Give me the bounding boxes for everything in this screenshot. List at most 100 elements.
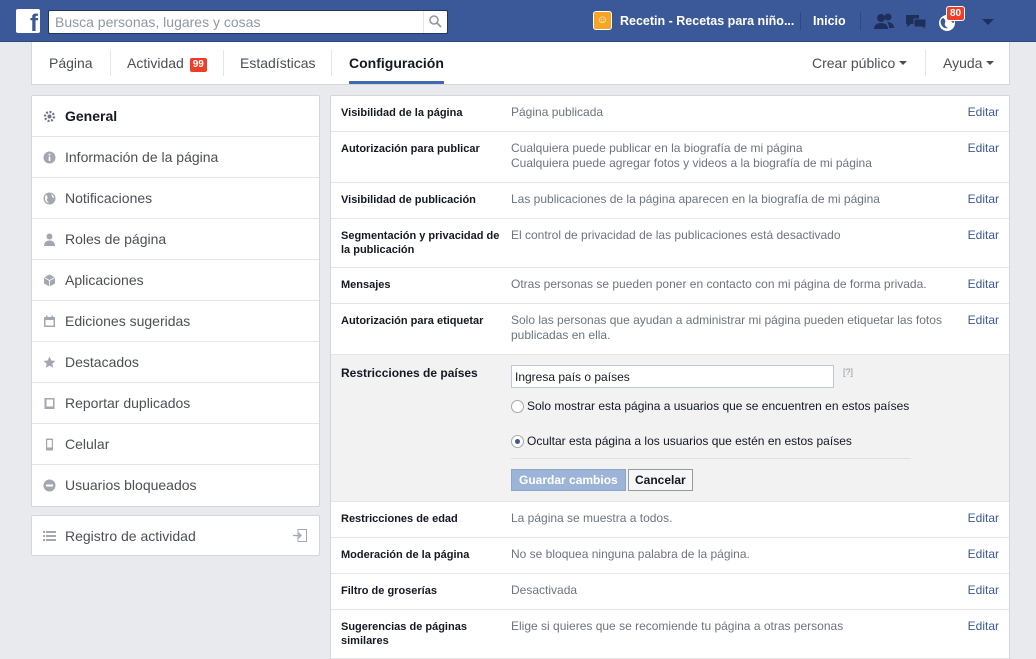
sidebar-item-label: Aplicaciones <box>65 272 144 288</box>
search-box[interactable] <box>48 10 448 34</box>
book-icon <box>44 398 55 409</box>
setting-name: Autorización para etiquetar <box>341 315 484 327</box>
sidebar-item-label: Ediciones sugeridas <box>65 313 191 329</box>
edit-link[interactable]: Editar <box>968 192 999 206</box>
edit-link[interactable]: Editar <box>968 619 999 633</box>
calendar-icon <box>44 315 55 327</box>
edit-link[interactable]: Editar <box>968 228 999 242</box>
info-icon <box>43 151 56 164</box>
setting-name: Restricciones de países <box>341 366 478 380</box>
setting-row-similar-page-suggestions: Sugerencias de páginas similares Elige s… <box>331 610 1009 659</box>
divider <box>511 458 911 459</box>
cube-icon <box>43 274 56 287</box>
edit-link[interactable]: Editar <box>968 141 999 155</box>
setting-name: Sugerencias de páginas similares <box>341 621 467 647</box>
setting-value: No se bloquea ninguna palabra de la pági… <box>511 547 750 561</box>
sidebar-item-general[interactable]: General <box>32 96 319 137</box>
edit-link[interactable]: Editar <box>968 313 999 327</box>
setting-name: Visibilidad de publicación <box>341 194 476 206</box>
setting-value: Otras personas se pueden poner en contac… <box>511 277 927 291</box>
sidebar-item-label: Celular <box>65 436 110 452</box>
search-input[interactable] <box>55 13 415 31</box>
setting-name: Autorización para publicar <box>341 143 480 155</box>
tab-page[interactable]: Página <box>49 42 93 84</box>
create-audience-button[interactable]: Crear público <box>812 42 908 84</box>
chevron-down-icon <box>899 61 908 65</box>
cancel-button[interactable]: Cancelar <box>628 469 693 491</box>
sidebar-item-label: General <box>65 108 118 124</box>
nav-divider <box>860 12 861 30</box>
search-button[interactable] <box>423 11 447 33</box>
tab-activity[interactable]: Actividad 99 <box>127 42 207 84</box>
setting-row-page-moderation: Moderación de la página No se bloquea ni… <box>331 538 1009 574</box>
edit-link[interactable]: Editar <box>968 583 999 597</box>
open-external-icon <box>293 529 307 542</box>
star-icon <box>43 356 56 368</box>
radio-label: Solo mostrar esta página a usuarios que … <box>527 399 910 413</box>
setting-row-tagging-permission: Autorización para etiquetar Solo las per… <box>331 304 1009 355</box>
sidebar-item-report-duplicates[interactable]: Reportar duplicados <box>32 383 319 424</box>
radio-button[interactable] <box>511 400 524 413</box>
sidebar-item-featured[interactable]: Destacados <box>32 342 319 383</box>
page-shortcut-link[interactable]: Recetin - Recetas para niño... <box>620 14 794 28</box>
messages-icon[interactable] <box>905 12 927 32</box>
sidebar-item-blocked-users[interactable]: Usuarios bloqueados <box>32 465 319 506</box>
notification-badge: 80 <box>946 6 966 21</box>
edit-link[interactable]: Editar <box>968 105 999 119</box>
home-link[interactable]: Inicio <box>813 14 846 28</box>
sidebar-item-label: Registro de actividad <box>65 528 196 544</box>
sidebar-item-apps[interactable]: Aplicaciones <box>32 260 319 301</box>
radio-button[interactable] <box>511 435 524 448</box>
save-changes-button[interactable]: Guardar cambios <box>511 469 626 491</box>
setting-value: Las publicaciones de la página aparecen … <box>511 192 880 206</box>
tab-divider <box>331 50 332 76</box>
sidebar-item-page-roles[interactable]: Roles de página <box>32 219 319 260</box>
list-icon <box>43 531 56 541</box>
help-button[interactable]: Ayuda <box>943 42 995 84</box>
nav-divider <box>800 12 801 30</box>
tab-settings[interactable]: Configuración <box>349 42 444 84</box>
gear-icon <box>43 110 56 123</box>
activity-badge: 99 <box>189 58 207 72</box>
radio-option-hide[interactable]: Ocultar esta página a los usuarios que e… <box>511 434 931 450</box>
setting-value: Solo las personas que ayudan a administr… <box>511 313 942 342</box>
setting-name: Restricciones de edad <box>341 513 458 525</box>
search-icon <box>429 15 442 28</box>
setting-row-posting-permission: Autorización para publicar Cualquiera pu… <box>331 132 1009 183</box>
sidebar-item-label: Destacados <box>65 354 139 370</box>
facebook-logo[interactable]: f <box>16 9 40 33</box>
edit-link[interactable]: Editar <box>968 547 999 561</box>
edit-link[interactable]: Editar <box>968 277 999 291</box>
sidebar-item-mobile[interactable]: Celular <box>32 424 319 465</box>
sidebar-item-label: Información de la página <box>65 149 219 165</box>
tab-statistics[interactable]: Estadísticas <box>240 42 315 84</box>
setting-row-page-visibility: Visibilidad de la página Página publicad… <box>331 96 1009 132</box>
setting-value: Cualquiera puede publicar en la biografí… <box>511 141 872 170</box>
help-link[interactable]: [?] <box>843 367 853 377</box>
setting-row-messages: Mensajes Otras personas se pueden poner … <box>331 268 1009 304</box>
setting-row-post-visibility: Visibilidad de publicación Las publicaci… <box>331 183 1009 219</box>
sidebar-item-notifications[interactable]: Notificaciones <box>32 178 319 219</box>
radio-option-show-only[interactable]: Solo mostrar esta página a usuarios que … <box>511 399 931 429</box>
friends-icon[interactable] <box>873 12 895 32</box>
setting-row-country-restrictions: Restricciones de países [?] Solo mostrar… <box>331 355 1009 502</box>
phone-icon <box>46 438 53 451</box>
chevron-down-icon <box>986 61 995 65</box>
sidebar-item-label: Reportar duplicados <box>65 395 191 411</box>
setting-name: Segmentación y privacidad de la publicac… <box>341 230 500 256</box>
sidebar-item-suggested-edits[interactable]: Ediciones sugeridas <box>32 301 319 342</box>
setting-name: Moderación de la página <box>341 549 470 561</box>
person-icon <box>44 233 55 246</box>
app-icon[interactable]: ☺ <box>593 11 612 30</box>
setting-value: Desactivada <box>511 583 578 597</box>
sidebar-item-page-info[interactable]: Información de la página <box>32 137 319 178</box>
setting-value: El control de privacidad de las publicac… <box>511 228 841 242</box>
account-menu-caret-icon[interactable] <box>982 19 994 25</box>
setting-value: Página publicada <box>511 105 604 119</box>
setting-value: Elige si quieres que se recomiende tu pá… <box>511 619 844 633</box>
setting-name: Visibilidad de la página <box>341 107 463 119</box>
edit-link[interactable]: Editar <box>968 511 999 525</box>
sidebar-item-activity-log[interactable]: Registro de actividad <box>31 515 320 556</box>
country-input[interactable] <box>511 365 834 388</box>
sidebar-item-label: Notificaciones <box>65 190 153 206</box>
